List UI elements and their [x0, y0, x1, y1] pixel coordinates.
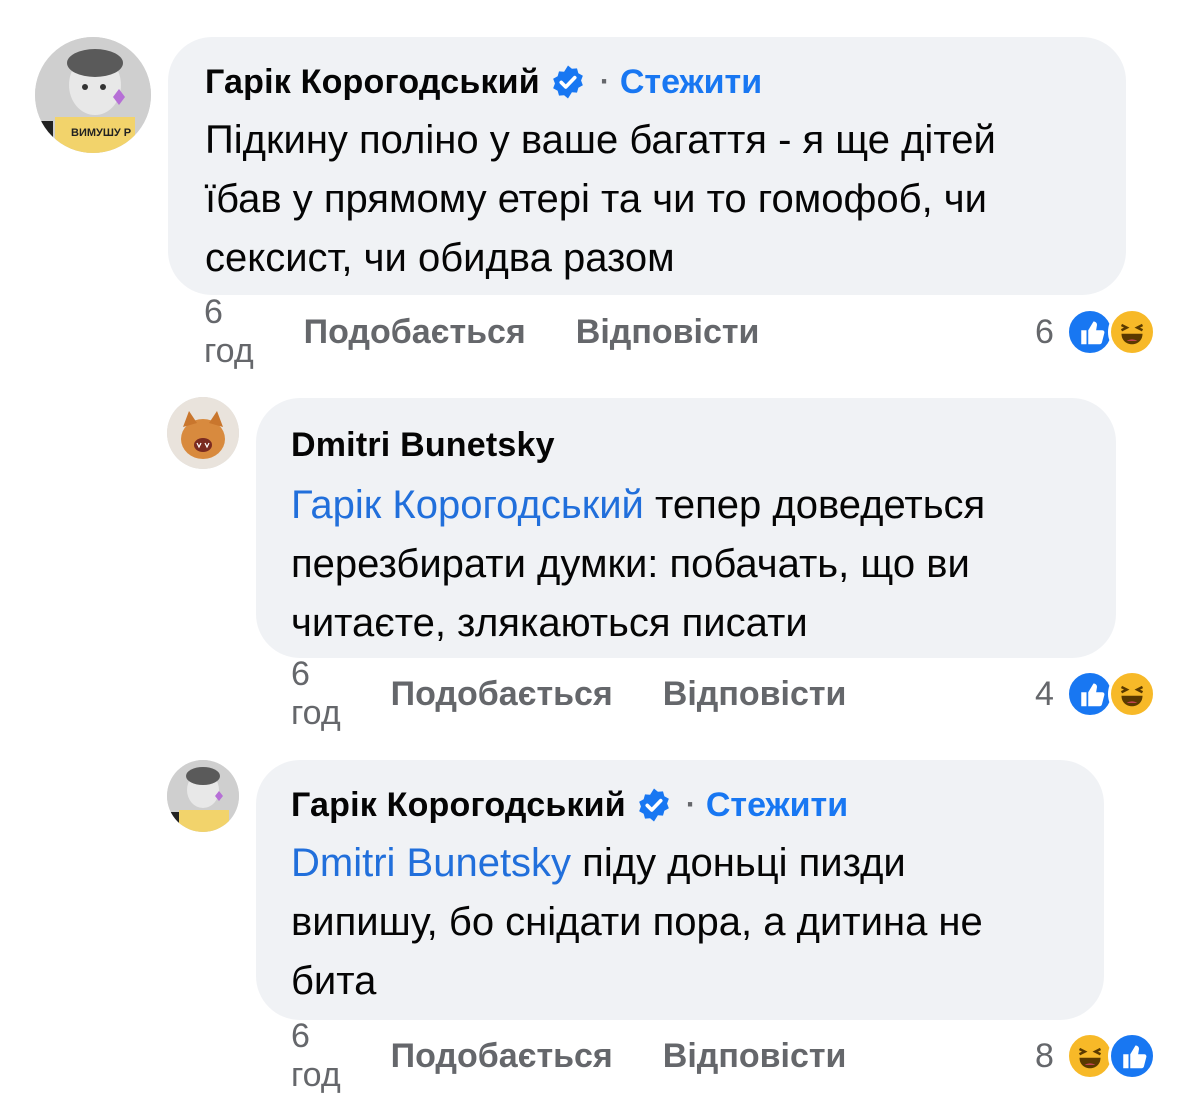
- reply-button[interactable]: Відповісти: [663, 675, 847, 714]
- verified-badge-icon: [639, 788, 669, 822]
- verified-badge-icon: [553, 65, 583, 99]
- comment-text-line: випишу, бо снідати пора, а дитина не: [291, 900, 983, 944]
- reactions-summary[interactable]: 6: [1035, 307, 1156, 357]
- reply-button[interactable]: Відповісти: [663, 1037, 847, 1076]
- reaction-count: 8: [1035, 1036, 1054, 1075]
- comment-time[interactable]: 6 год: [291, 1017, 341, 1095]
- reply-button[interactable]: Відповісти: [576, 313, 760, 352]
- comment-actions: 6 год Подобається Відповісти: [204, 293, 760, 370]
- avatar[interactable]: ВИМУШУ Р: [35, 37, 151, 153]
- comment-text: Гарік Корогодський тепер доведеться пере…: [291, 476, 1082, 653]
- reaction-count: 6: [1035, 312, 1054, 351]
- avatar-badge-text: ВИМУШУ Р: [71, 127, 132, 139]
- comment-author[interactable]: Dmitri Bunetsky: [291, 426, 555, 465]
- separator-dot: ·: [599, 65, 610, 98]
- like-icon: [1107, 1032, 1156, 1080]
- haha-icon: [1065, 1032, 1114, 1080]
- comment-author[interactable]: Гарік Корогодський: [205, 63, 540, 102]
- comment-text-line: Dmitri Bunetsky піду доньці пизди: [291, 834, 1070, 893]
- comment-text-line: бита: [291, 959, 377, 1003]
- comment-text: Dmitri Bunetsky піду доньці пизди випишу…: [291, 834, 1070, 1011]
- comment-actions: 6 год Подобається Відповісти: [291, 655, 847, 732]
- comment-bubble: Гарік Корогодський · Стежити Dmitri Bune…: [256, 760, 1104, 1020]
- avatar[interactable]: [167, 760, 239, 832]
- reactions-summary[interactable]: 8: [1035, 1031, 1156, 1081]
- mention-link[interactable]: Dmitri Bunetsky: [291, 841, 571, 885]
- follow-button[interactable]: Стежити: [706, 786, 848, 825]
- like-icon: [1065, 670, 1114, 718]
- comment-time[interactable]: 6 год: [204, 293, 254, 371]
- comment-text: Підкину поліно у ваше багаття - я ще діт…: [205, 111, 1088, 288]
- comment-text-line: перезбирати думки: побачать, що ви: [291, 542, 970, 586]
- comment-bubble: Гарік Корогодський · Стежити Підкину пол…: [168, 37, 1126, 295]
- reactions-summary[interactable]: 4: [1035, 669, 1156, 719]
- reaction-count: 4: [1035, 674, 1054, 713]
- separator-dot: ·: [685, 788, 696, 821]
- comment-text-line: читаєте, злякаються писати: [291, 601, 808, 645]
- comment-text-line: їбав у прямому етері та чи то гомофоб, ч…: [205, 177, 987, 221]
- comment-text-line: Гарік Корогодський тепер доведеться: [291, 476, 1082, 535]
- comment-actions: 6 год Подобається Відповісти: [291, 1017, 847, 1094]
- mention-link[interactable]: Гарік Корогодський: [291, 483, 644, 527]
- like-icon: [1065, 308, 1114, 356]
- comment-author[interactable]: Гарік Корогодський: [291, 786, 626, 825]
- haha-icon: [1107, 670, 1156, 718]
- comment-text-part: тепер доведеться: [643, 483, 986, 527]
- comment-text-part: піду доньці пизди: [571, 841, 906, 885]
- like-button[interactable]: Подобається: [304, 313, 526, 352]
- follow-button[interactable]: Стежити: [620, 63, 762, 102]
- comment-time[interactable]: 6 год: [291, 655, 341, 733]
- comment-bubble: Dmitri Bunetsky Гарік Корогодський тепер…: [256, 398, 1116, 658]
- like-button[interactable]: Подобається: [391, 1037, 613, 1076]
- comment-text-line: сексист, чи обидва разом: [205, 236, 675, 280]
- haha-icon: [1107, 308, 1156, 356]
- avatar-photo: [167, 397, 239, 469]
- like-button[interactable]: Подобається: [391, 675, 613, 714]
- avatar-photo: [167, 760, 239, 832]
- avatar[interactable]: [167, 397, 239, 469]
- comment-text-line: Підкину поліно у ваше багаття - я ще діт…: [205, 118, 996, 162]
